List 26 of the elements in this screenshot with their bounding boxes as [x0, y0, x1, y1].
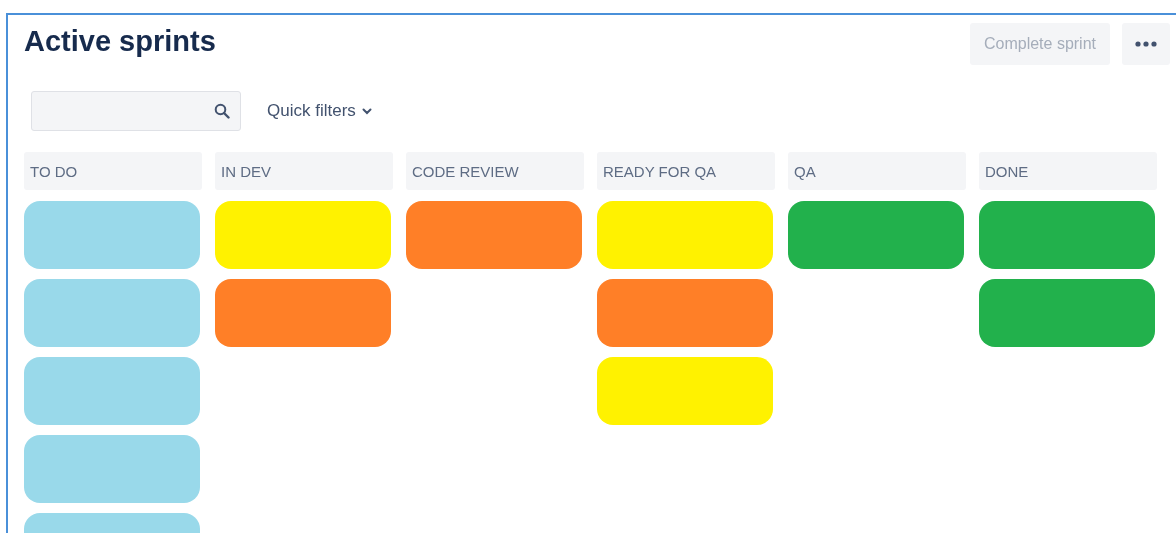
card[interactable] — [406, 201, 582, 269]
card[interactable] — [24, 357, 200, 425]
column-header: CODE REVIEW — [406, 152, 584, 190]
card[interactable] — [597, 201, 773, 269]
card[interactable] — [597, 357, 773, 425]
card[interactable] — [24, 279, 200, 347]
more-button[interactable] — [1122, 23, 1170, 65]
column-header: QA — [788, 152, 966, 190]
card[interactable] — [979, 279, 1155, 347]
column-header: IN DEV — [215, 152, 393, 190]
more-icon — [1135, 41, 1157, 47]
chevron-down-icon — [361, 107, 372, 115]
column-header: TO DO — [24, 152, 202, 190]
quick-filters-button[interactable]: Quick filters — [267, 98, 372, 124]
search-field[interactable] — [31, 91, 241, 131]
card[interactable] — [979, 201, 1155, 269]
page-title: Active sprints — [24, 24, 216, 59]
card[interactable] — [24, 435, 200, 503]
card[interactable] — [215, 201, 391, 269]
card[interactable] — [597, 279, 773, 347]
column-header: READY FOR QA — [597, 152, 775, 190]
column-header: DONE — [979, 152, 1157, 190]
card[interactable] — [24, 201, 200, 269]
card[interactable] — [215, 279, 391, 347]
search-icon — [214, 103, 230, 119]
card[interactable] — [788, 201, 964, 269]
